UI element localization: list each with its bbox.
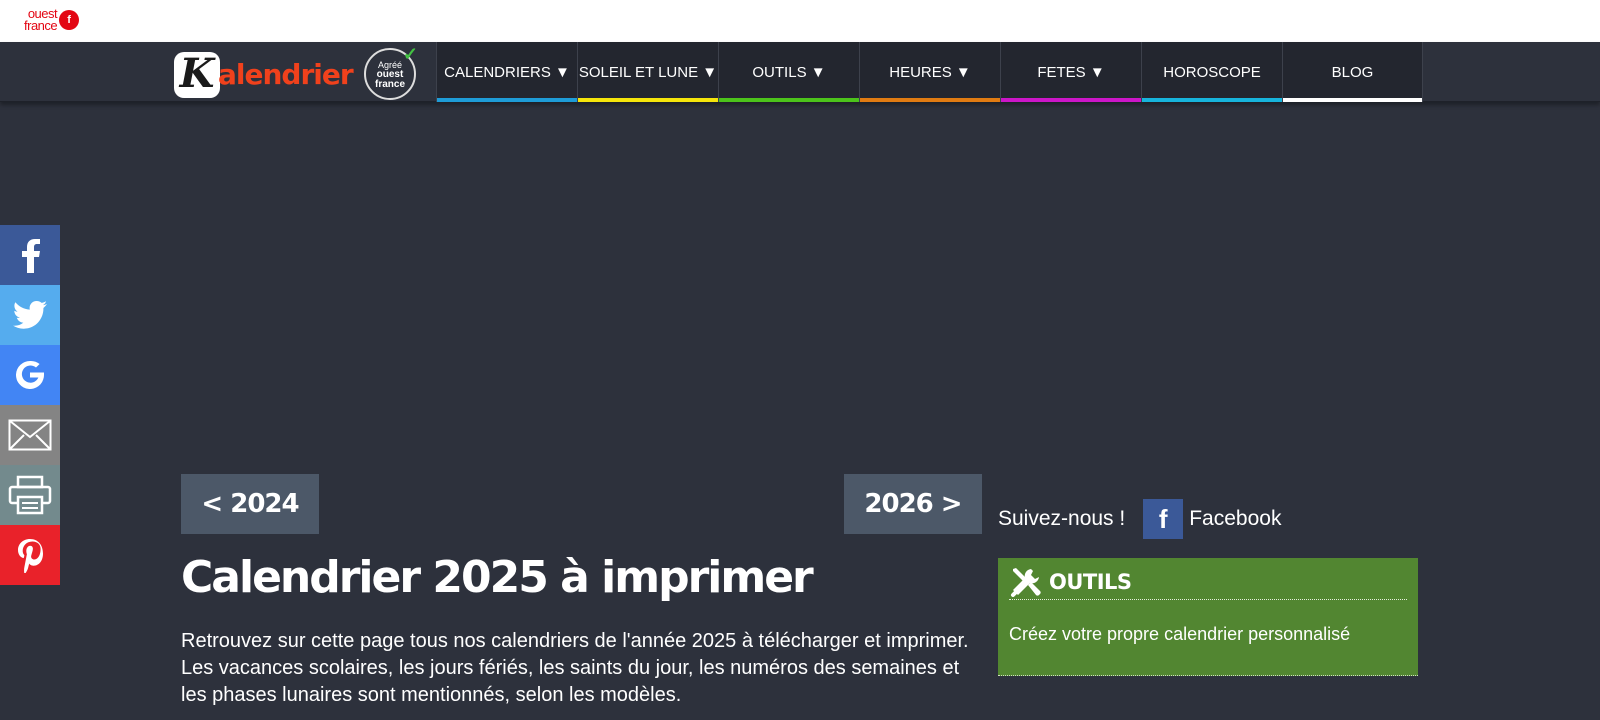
agree-badge: Agréé ouest france ✓	[364, 44, 418, 100]
nav-menu: CALENDRIERS ▼ SOLEIL ET LUNE ▼ OUTILS ▼ HEU…	[436, 42, 1423, 102]
google-icon	[15, 360, 44, 389]
nav-item-underline	[860, 98, 1000, 102]
follow-label: Suivez-nous !	[998, 507, 1126, 530]
tools-title: OUTILS	[1049, 569, 1132, 594]
nav-item-6[interactable]: BLOG	[1282, 42, 1423, 102]
nav-item-4[interactable]: FETES ▼	[1000, 42, 1141, 102]
nav-item-5[interactable]: HOROSCOPE	[1141, 42, 1282, 102]
google-share-button[interactable]	[0, 345, 60, 405]
nav-item-3[interactable]: HEURES ▼	[859, 42, 1000, 102]
intro-paragraph: Retrouvez sur cette page tous nos calend…	[181, 630, 969, 706]
nav-item-label: CALENDRIERS ▼	[444, 63, 570, 81]
pinterest-icon	[18, 539, 43, 573]
nav-item-underline	[1283, 98, 1422, 102]
nav-item-label: BLOG	[1331, 63, 1374, 81]
tools-icon	[1011, 567, 1041, 597]
nav-item-label: SOLEIL ET LUNE ▼	[578, 63, 718, 81]
nav-item-label: HEURES ▼	[889, 63, 971, 81]
nav-item-0[interactable]: CALENDRIERS ▼	[436, 42, 577, 102]
tools-widget: OUTILS Créez votre propre calendrier per…	[998, 558, 1418, 676]
kalendrier-logo[interactable]: K alendrier Agréé ouest france ✓	[174, 44, 436, 102]
previous-year-button[interactable]: < 2024	[181, 474, 319, 534]
nav-item-underline	[1001, 98, 1141, 102]
facebook-icon	[22, 239, 40, 273]
nav-item-underline	[437, 98, 577, 102]
facebook-icon[interactable]: f	[1143, 499, 1184, 539]
next-year-button[interactable]: 2026 >	[844, 474, 982, 534]
nav-item-underline	[719, 98, 859, 102]
twitter-icon	[13, 301, 47, 329]
twitter-share-button[interactable]	[0, 285, 60, 345]
nav-item-label: OUTILS ▼	[752, 63, 826, 81]
logo-k-letter: K	[174, 52, 220, 98]
facebook-share-button[interactable]	[0, 225, 60, 285]
page-title: Calendrier 2025 à imprimer	[181, 552, 814, 603]
ouest-france-logo[interactable]: ouest france f	[24, 6, 80, 33]
top-header: ouest france f	[0, 0, 1600, 42]
facebook-link[interactable]: Facebook	[1189, 507, 1281, 531]
nav-item-underline	[1142, 98, 1282, 102]
pinterest-share-button[interactable]	[0, 525, 60, 585]
nav-item-label: HOROSCOPE	[1163, 63, 1261, 81]
nav-item-1[interactable]: SOLEIL ET LUNE ▼	[577, 42, 718, 102]
logo-text: alendrier	[218, 58, 354, 91]
nav-item-label: FETES ▼	[1037, 63, 1105, 81]
nav-item-2[interactable]: OUTILS ▼	[718, 42, 859, 102]
follow-us: Suivez-nous ! f Facebook	[998, 498, 1281, 540]
main-navbar: K alendrier Agréé ouest france ✓ CALENDR…	[0, 42, 1600, 102]
check-icon: ✓	[402, 44, 418, 64]
print-button[interactable]	[0, 465, 60, 525]
email-icon	[8, 419, 52, 451]
custom-calendar-link[interactable]: Créez votre propre calendrier personnali…	[1009, 624, 1407, 645]
nav-item-underline	[578, 98, 718, 102]
tools-header: OUTILS	[1009, 564, 1407, 600]
ouest-france-mark: f	[59, 10, 80, 30]
social-share-bar	[0, 225, 60, 585]
print-icon	[8, 475, 52, 515]
email-share-button[interactable]	[0, 405, 60, 465]
ouest-france-wordmark: ouest france	[24, 6, 58, 33]
